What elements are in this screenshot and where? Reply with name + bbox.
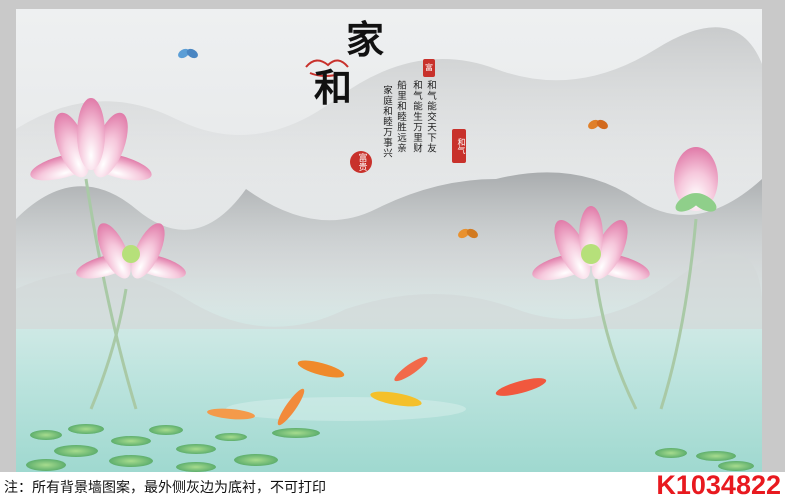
- wallpaper-artwork: 家 和 富 富贵 和气 和气能交天下友 和气能生万里财 船里和睦胜远亲 家庭和睦…: [16, 9, 762, 472]
- poem-column: 和气能交天下友: [425, 80, 436, 154]
- poem-column: 家庭和睦万事兴: [381, 85, 392, 159]
- product-code: K1034822: [656, 470, 781, 500]
- printing-note: 注：所有背景墙图案，最外侧灰边为底衬，不可打印: [4, 480, 326, 496]
- landscape-illustration: [16, 27, 762, 472]
- poem-column: 和气能生万里财: [411, 80, 422, 154]
- red-seal-round: 富贵: [350, 151, 372, 173]
- poem-column: 船里和睦胜远亲: [395, 80, 406, 154]
- calligraphy-title-he: 和: [314, 65, 353, 110]
- calligraphy-title-jia: 家: [346, 17, 385, 62]
- butterfly: [178, 48, 198, 59]
- red-seal-small: 富: [423, 59, 435, 77]
- red-seal-vertical: 和气: [452, 129, 466, 163]
